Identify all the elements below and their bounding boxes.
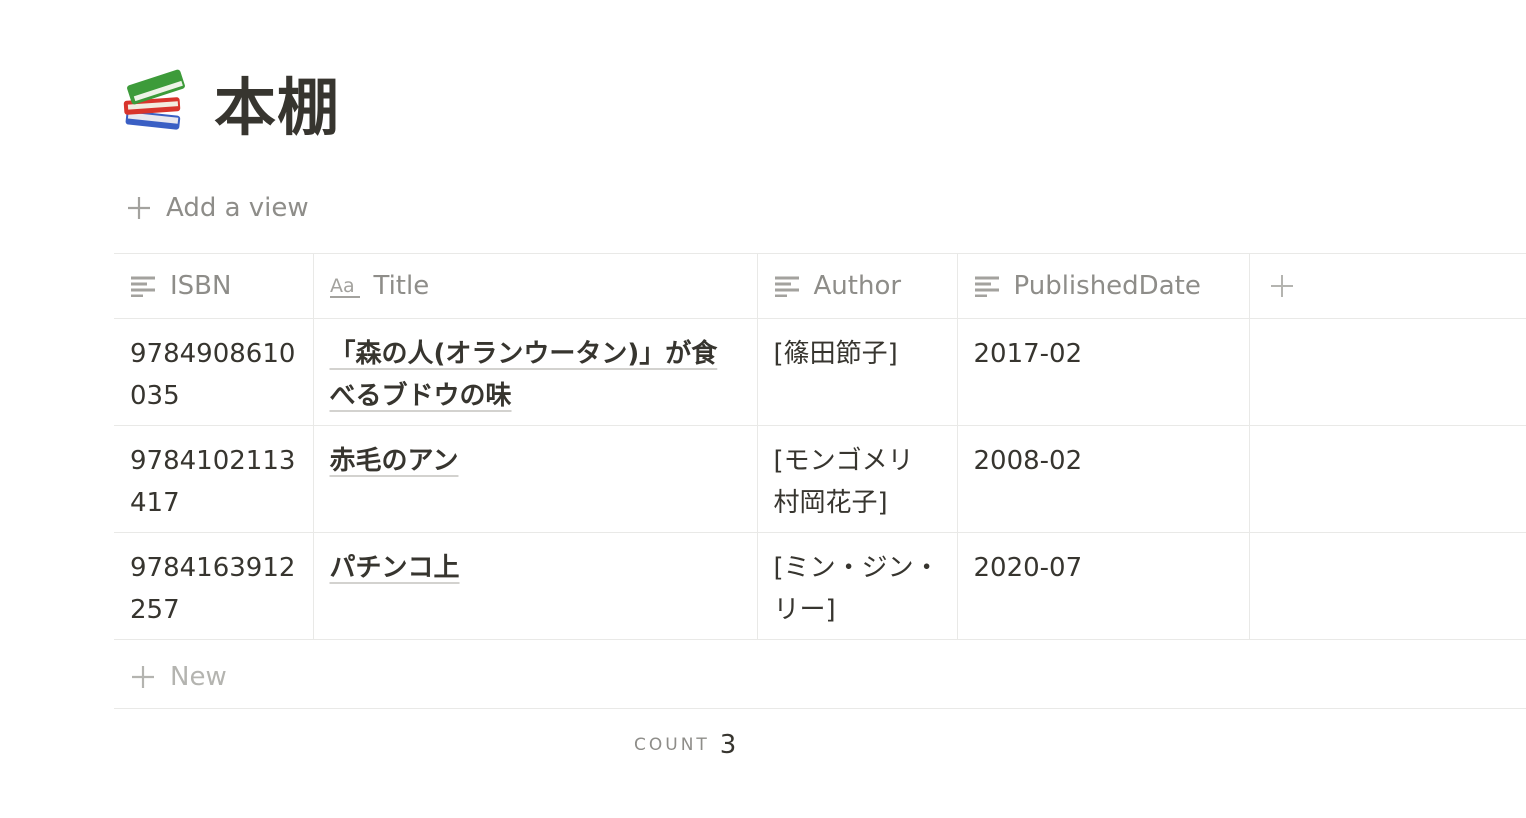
column-header-publisheddate[interactable]: PublishedDate: [957, 253, 1250, 319]
column-label: ISBN: [170, 271, 232, 301]
column-header-title[interactable]: Aa Title: [313, 253, 758, 319]
isbn-cell[interactable]: 9784908610035: [114, 319, 313, 417]
author-cell[interactable]: [ミン・ジン・リー]: [758, 533, 957, 631]
table-row[interactable]: 9784102113417 赤毛のアン [モンゴメリ 村岡花子] 2008-02: [114, 425, 1526, 533]
count-label: COUNT: [634, 735, 710, 755]
empty-cell[interactable]: [1250, 426, 1526, 440]
column-header-author[interactable]: Author: [757, 253, 958, 319]
author-cell[interactable]: [篠田節子]: [758, 319, 957, 375]
plus-icon: [128, 197, 150, 219]
page-title: 本棚: [214, 71, 341, 144]
database-table: ISBN Aa Title Author PublishedDate 97849…: [114, 253, 1526, 640]
title-cell[interactable]: 赤毛のアン: [330, 446, 459, 476]
column-header-isbn[interactable]: ISBN: [114, 253, 314, 319]
plus-icon: [1270, 275, 1293, 297]
empty-cell[interactable]: [1250, 319, 1526, 333]
title-aa-icon: Aa: [329, 275, 360, 298]
page-header: 本棚: [122, 60, 340, 144]
new-row-button[interactable]: New: [114, 646, 1526, 709]
column-label: Author: [813, 271, 902, 301]
column-label: Title: [373, 271, 430, 301]
isbn-cell[interactable]: 9784163912257: [114, 533, 313, 631]
svg-text:Aa: Aa: [330, 275, 355, 297]
text-lines-icon: [131, 276, 155, 297]
column-label: PublishedDate: [1013, 271, 1201, 301]
new-row-label: New: [170, 662, 227, 692]
count-value: 3: [719, 730, 737, 760]
add-view-button[interactable]: Add a view: [126, 188, 309, 228]
count-aggregation[interactable]: COUNT 3: [634, 728, 736, 762]
title-cell[interactable]: 「森の人(オランウータン)」が食べるブドウの味: [330, 339, 718, 411]
table-row[interactable]: 9784163912257 パチンコ上 [ミン・ジン・リー] 2020-07: [114, 532, 1526, 640]
title-cell[interactable]: パチンコ上: [330, 553, 460, 583]
table-row[interactable]: 9784908610035 「森の人(オランウータン)」が食べるブドウの味 [篠…: [114, 318, 1526, 426]
books-icon[interactable]: [122, 69, 188, 135]
published-date-cell[interactable]: 2020-07: [958, 533, 1249, 589]
add-view-label: Add a view: [166, 193, 309, 223]
published-date-cell[interactable]: 2017-02: [958, 319, 1249, 375]
plus-icon: [132, 666, 154, 688]
add-column-button[interactable]: [1249, 253, 1526, 319]
published-date-cell[interactable]: 2008-02: [958, 426, 1249, 482]
empty-cell[interactable]: [1250, 533, 1526, 547]
author-cell[interactable]: [モンゴメリ 村岡花子]: [758, 426, 957, 524]
text-lines-icon: [974, 276, 999, 297]
text-lines-icon: [774, 276, 799, 297]
isbn-cell[interactable]: 9784102113417: [114, 426, 313, 524]
